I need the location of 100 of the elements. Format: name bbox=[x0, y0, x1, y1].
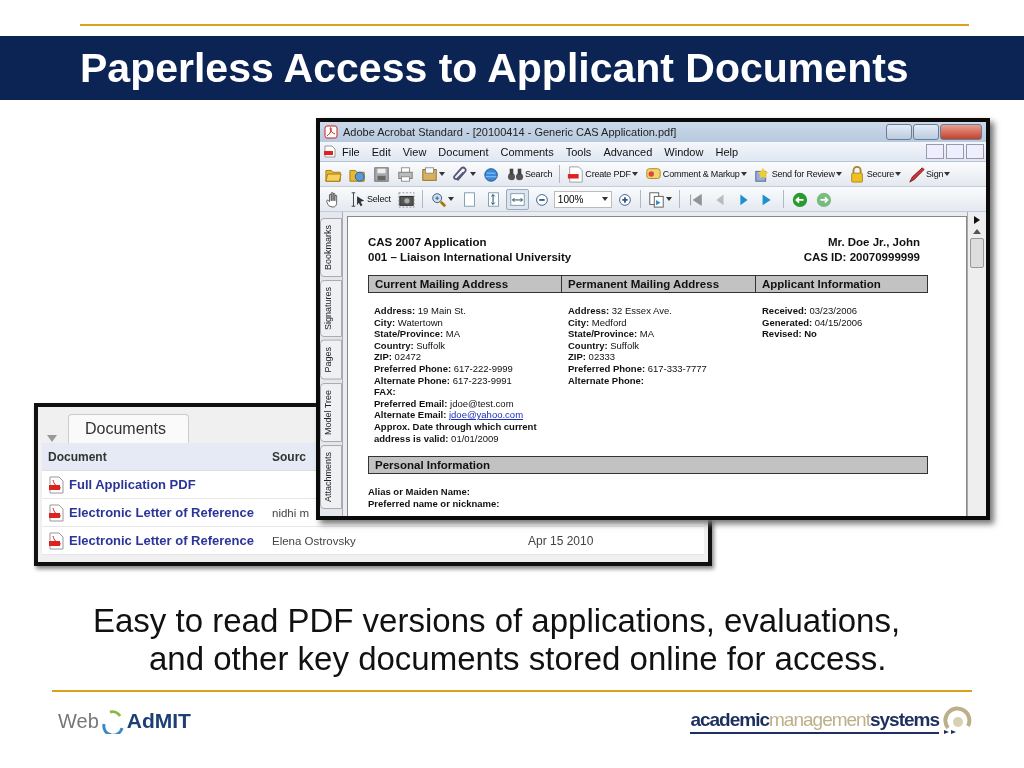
pdf-file-icon bbox=[567, 165, 585, 183]
maximize-button[interactable] bbox=[913, 124, 939, 140]
text-cursor-icon bbox=[349, 190, 366, 208]
applicant-heading: Mr. Doe Jr., John bbox=[826, 235, 920, 250]
camera-icon bbox=[397, 190, 415, 208]
menu-item[interactable]: Document bbox=[432, 145, 495, 158]
field-line: Approx. Date through which current address is valid: 01/01/2009 bbox=[374, 420, 538, 445]
tray-icon bbox=[421, 165, 438, 183]
applicant-heading: CAS ID: 20070999999 bbox=[803, 250, 920, 265]
field-label: Alias or Maiden Name: bbox=[368, 486, 471, 498]
section-header: Current Mailing Address bbox=[368, 275, 562, 293]
field-line: Generated: 04/15/2006 bbox=[762, 316, 864, 329]
field-line: ZIP: 02472 bbox=[374, 351, 422, 363]
menu-item[interactable]: File bbox=[336, 145, 366, 158]
toolbar-button[interactable]: Search bbox=[504, 163, 556, 185]
document-link[interactable]: Electronic Letter of Reference bbox=[69, 533, 254, 548]
document-heading: CAS 2007 Application bbox=[368, 235, 488, 250]
toolbar-button[interactable]: Create PDF bbox=[564, 163, 641, 185]
menu-item[interactable]: Comments bbox=[494, 145, 560, 158]
paperclip-icon bbox=[452, 165, 469, 183]
collapse-arrow-icon[interactable] bbox=[46, 433, 58, 443]
close-button[interactable] bbox=[940, 124, 982, 140]
section-header: Applicant Information bbox=[756, 275, 928, 293]
pages-icon bbox=[647, 190, 665, 208]
menu-item[interactable]: Help bbox=[709, 145, 745, 158]
side-tab[interactable]: Attachments bbox=[320, 444, 342, 509]
dropdown-caret-icon bbox=[631, 172, 638, 176]
document-link[interactable]: Full Application PDF bbox=[69, 477, 196, 492]
field-line: City: Medford bbox=[568, 316, 628, 329]
fit-width-button[interactable] bbox=[505, 188, 529, 210]
source-cell: nidhi m bbox=[272, 506, 310, 519]
menu-item[interactable]: Window bbox=[658, 145, 710, 158]
pdf-file-icon bbox=[48, 503, 64, 522]
circle-arrow-logo-icon bbox=[942, 706, 972, 736]
pdf-file-icon bbox=[324, 145, 336, 158]
toolbar-button[interactable]: Comment & Markup bbox=[641, 163, 750, 185]
field-line: Alternate Email: jdoe@yahoo.com bbox=[374, 409, 525, 421]
field-line: Preferred Email: jdoe@test.com bbox=[374, 397, 515, 410]
field-line: City: Watertown bbox=[374, 316, 444, 329]
field-line: Alternate Phone: 617-223-9991 bbox=[374, 374, 513, 387]
side-tab[interactable]: Signatures bbox=[320, 280, 342, 338]
scrollbar[interactable] bbox=[967, 212, 986, 516]
side-tab[interactable]: Bookmarks bbox=[320, 218, 342, 277]
dropdown-caret-icon bbox=[601, 197, 608, 201]
dropdown-caret-icon bbox=[740, 172, 747, 176]
field-line: Received: 03/23/2006 bbox=[762, 305, 859, 317]
field-line: Address: 19 Main St. bbox=[374, 305, 467, 317]
field-label: Preferred name or nickname: bbox=[368, 497, 501, 510]
restore-button[interactable] bbox=[946, 144, 964, 159]
email-link[interactable]: jdoe@yahoo.com bbox=[448, 409, 524, 421]
field-line: Preferred Phone: 617-333-7777 bbox=[568, 362, 708, 375]
pdf-file-icon bbox=[48, 475, 64, 494]
dropdown-caret-icon bbox=[447, 197, 454, 201]
source-cell: Elena Ostrovsky bbox=[272, 534, 356, 547]
section-header: Permanent Mailing Address bbox=[562, 275, 756, 293]
dropdown-caret-icon bbox=[470, 172, 476, 176]
document-link[interactable]: Electronic Letter of Reference bbox=[69, 505, 254, 520]
slide-caption: Easy to read PDF versions of applications, evaluations, and other key documents stored online for access. bbox=[93, 602, 902, 678]
toolbar-button[interactable]: Secure bbox=[845, 163, 905, 185]
field-line: FAX: bbox=[374, 386, 397, 398]
field-line: Address: 32 Essex Ave. bbox=[568, 305, 673, 317]
dropdown-caret-icon bbox=[835, 172, 842, 176]
field-line: Country: Suffolk bbox=[568, 339, 641, 352]
globe-icon bbox=[483, 165, 500, 183]
document-heading: 001 – Liaison International University bbox=[368, 250, 572, 265]
toolbar-button[interactable]: Sign bbox=[905, 163, 954, 185]
menu-item[interactable]: Edit bbox=[365, 145, 397, 158]
field-line: Country: Suffolk bbox=[374, 339, 447, 352]
pdf-file-icon bbox=[48, 531, 64, 550]
zoom-field[interactable]: 100% bbox=[553, 190, 612, 208]
side-tab[interactable]: Model Tree bbox=[320, 382, 342, 442]
field-line: State/Province: MA bbox=[568, 328, 656, 340]
side-tab[interactable]: Pages bbox=[320, 340, 342, 380]
zoom-in-icon bbox=[429, 190, 447, 208]
minimize-button[interactable] bbox=[926, 144, 944, 159]
logo-text: AdMIT bbox=[126, 709, 191, 733]
menu-item[interactable]: Tools bbox=[559, 145, 598, 158]
menu-item[interactable]: Advanced bbox=[597, 145, 659, 158]
dropdown-caret-icon bbox=[944, 172, 951, 176]
window-title: Adobe Acrobat Standard - [20100414 - Generic CAS Application.pdf] bbox=[343, 126, 677, 138]
section-header: Personal Information bbox=[368, 456, 928, 475]
menu-item[interactable]: View bbox=[396, 145, 433, 158]
field-line: Revised: No bbox=[762, 328, 818, 340]
toolbar-button[interactable]: Send for Review bbox=[750, 163, 845, 185]
dropdown-caret-icon bbox=[895, 172, 902, 176]
up-arrow-icon[interactable] bbox=[973, 228, 981, 234]
scroll-thumb[interactable] bbox=[970, 238, 984, 268]
pen-icon bbox=[908, 165, 926, 183]
padlock-icon bbox=[848, 165, 866, 183]
documents-tab[interactable]: Documents bbox=[68, 414, 189, 443]
slide-title: Paperless Access to Applicant Documents bbox=[80, 44, 909, 92]
minimize-button[interactable] bbox=[886, 124, 912, 140]
fit-width-icon bbox=[508, 190, 526, 208]
field-line: State/Province: MA bbox=[374, 328, 462, 340]
dropdown-caret-icon bbox=[665, 197, 672, 201]
right-arrow-icon[interactable] bbox=[973, 216, 981, 224]
close-button[interactable] bbox=[966, 144, 984, 159]
toolbar-button[interactable]: Select bbox=[346, 188, 394, 210]
field-line: ZIP: 02333 bbox=[568, 351, 616, 363]
field-line: Preferred Phone: 617-222-9999 bbox=[374, 362, 514, 375]
